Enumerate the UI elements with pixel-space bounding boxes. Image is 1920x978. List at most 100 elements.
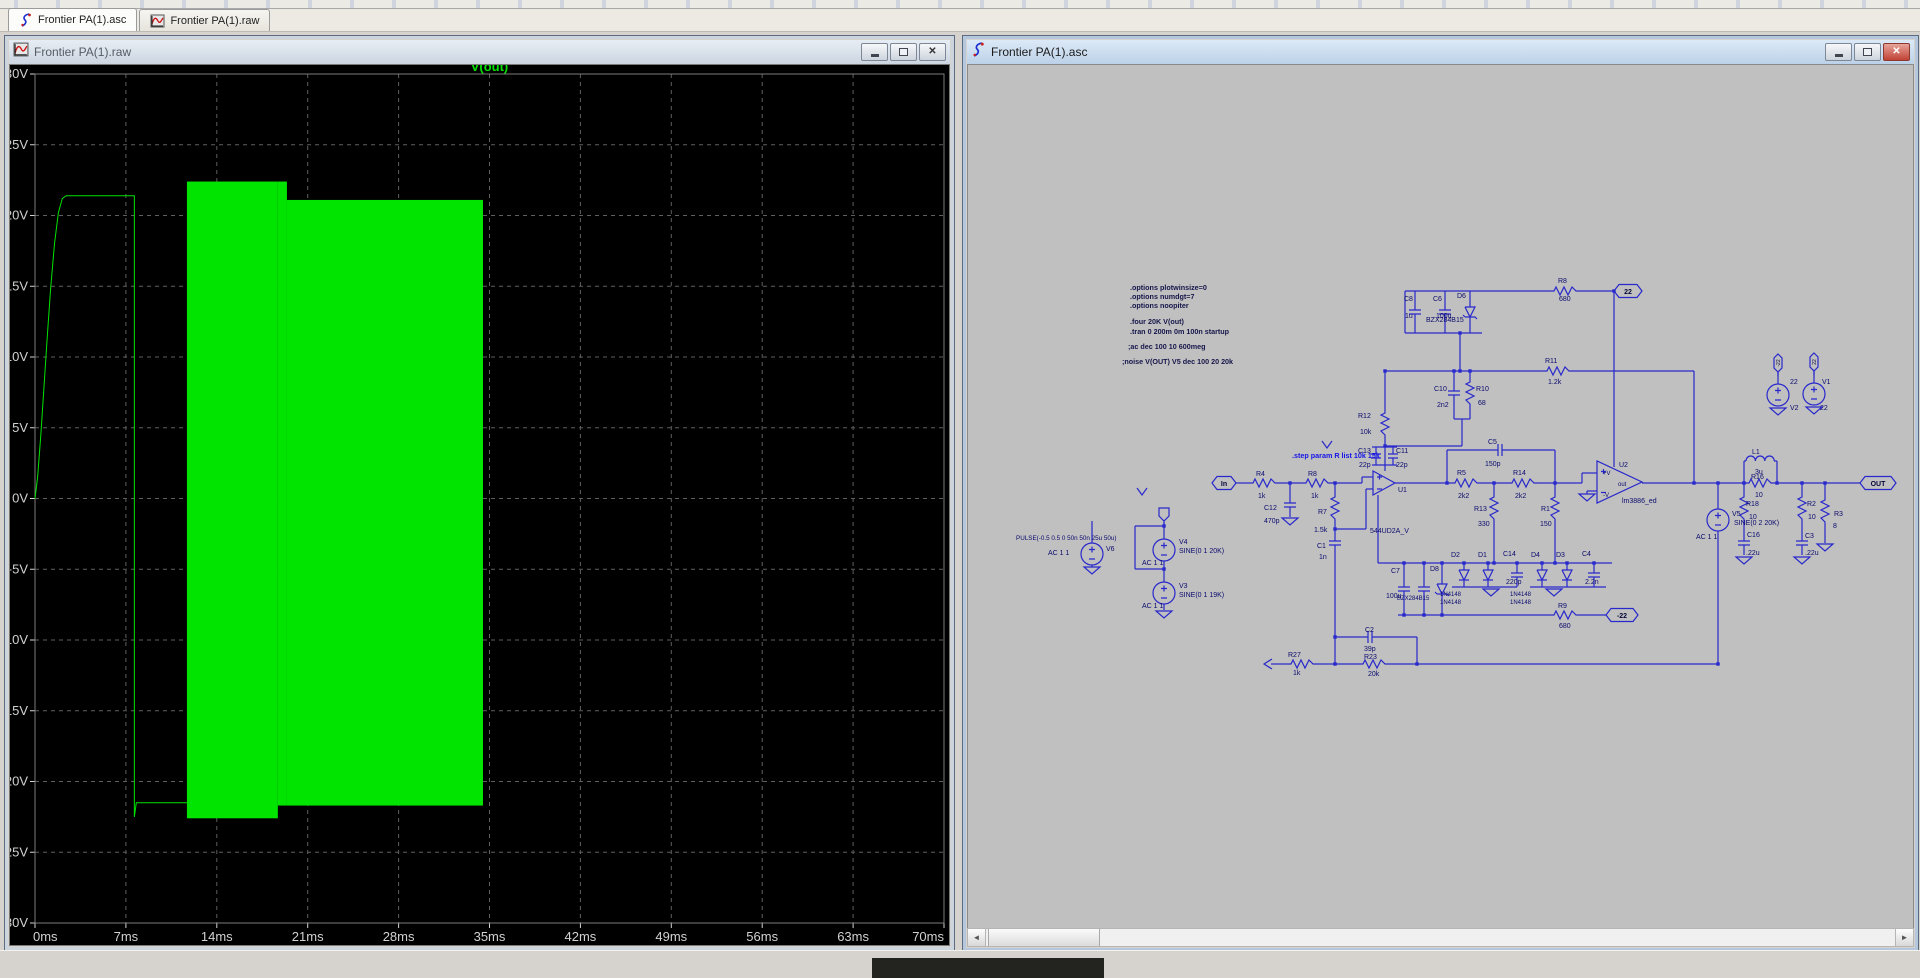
waveform-window-titlebar[interactable]: Frontier PA(1).raw ✕	[9, 40, 950, 64]
schematic-canvas[interactable]: In 22 -22 OUT -22 22 PULSE(-0.5 0.5 0 50n 50n …	[968, 65, 1913, 929]
wire-junction	[1553, 561, 1557, 565]
component-port-neg22-label: -22	[1617, 613, 1627, 620]
ltspice-app: { "tab_bar": { "tabs": [ {"label": "Fron…	[0, 0, 1920, 978]
tab-waveform[interactable]: Frontier PA(1).raw	[139, 9, 271, 31]
tab-label: Frontier PA(1).raw	[170, 14, 260, 27]
schematic-label: 2k2	[1458, 493, 1469, 500]
schematic-label: R13	[1474, 506, 1487, 513]
spice-directive[interactable]: .tran 0 200m 0m 100n startup	[1130, 327, 1230, 336]
schematic-label: 220p	[1506, 579, 1522, 586]
schematic-label: 1k	[1258, 493, 1266, 500]
schematic-label: BZX284B15	[1397, 596, 1430, 602]
trace-block	[277, 181, 287, 806]
y-tick-label: 0V	[12, 491, 28, 506]
restore-button[interactable]	[890, 43, 917, 61]
schematic-label: SINE(0 2 20K)	[1734, 520, 1779, 527]
scroll-left-button[interactable]: ◄	[968, 929, 986, 946]
schematic-label: C2	[1365, 627, 1374, 634]
schematic-label: C1	[1317, 543, 1326, 550]
window-title: Frontier PA(1).asc	[991, 45, 1088, 59]
schematic-label: R8	[1308, 471, 1317, 478]
minimize-button[interactable]	[1825, 43, 1852, 61]
schematic-label: R11	[1545, 358, 1557, 365]
schematic-label: C4	[1582, 551, 1591, 558]
trace-block	[186, 181, 278, 819]
schematic-label: 680	[1559, 296, 1571, 303]
spice-directive[interactable]: ;ac dec 100 10 600meg	[1128, 342, 1206, 351]
schematic-label: AC 1 1	[1142, 560, 1164, 567]
close-button[interactable]: ✕	[1883, 43, 1910, 61]
schematic-label: 1u	[1405, 313, 1413, 320]
wire-junction	[1452, 369, 1456, 373]
y-tick-label: 15V	[10, 278, 28, 293]
spice-directive[interactable]: .options noopiter	[1130, 301, 1189, 310]
schematic-label: L1	[1752, 449, 1760, 456]
waveform-window[interactable]: Frontier PA(1).raw ✕ 0ms 7ms 14ms 21ms 28ms 3…	[4, 35, 955, 951]
minimize-button[interactable]	[861, 43, 888, 61]
schematic-label: .22u	[1746, 550, 1760, 557]
schematic-label: 330	[1478, 521, 1490, 528]
schematic-label: SINE(0 1 19K)	[1179, 592, 1224, 599]
schematic-label: V5	[1732, 511, 1741, 518]
x-tick-label: 56ms	[746, 929, 778, 944]
background-window-fragment	[872, 958, 1104, 978]
schematic-window[interactable]: Frontier PA(1).asc ✕ In 22 -22 OUT -22 22 PULS…	[962, 35, 1919, 952]
wire-junction	[1288, 481, 1292, 485]
plot-title[interactable]: V(out)	[471, 65, 509, 74]
spice-step-directive[interactable]: .step param R list 10k 15k	[1292, 451, 1380, 460]
scroll-right-button[interactable]: ►	[1895, 929, 1913, 946]
schematic-label: C8	[1404, 296, 1413, 303]
y-tick-label: 30V	[10, 66, 28, 81]
schematic-label: V4	[1179, 539, 1188, 546]
schematic-label: AC 1 1	[1142, 603, 1164, 610]
wire-junction	[1716, 662, 1720, 666]
schematic-label: 10k	[1360, 429, 1372, 436]
wire-junction	[1492, 561, 1496, 565]
close-button[interactable]: ✕	[919, 43, 946, 61]
spice-directive[interactable]: .options plotwinsize=0	[1130, 283, 1207, 292]
schematic-label: R23	[1364, 654, 1377, 661]
tab-schematic[interactable]: Frontier PA(1).asc	[8, 8, 138, 31]
schematic-label: C6	[1433, 296, 1442, 303]
x-tick-label: 70ms	[912, 929, 944, 944]
bottom-strip	[0, 950, 1920, 978]
schematic-label: R14	[1513, 470, 1526, 477]
schematic-label: 470p	[1264, 518, 1280, 525]
schematic-label: 2n2	[1437, 402, 1449, 409]
schematic-label: -V	[1603, 493, 1609, 499]
schematic-label: R7	[1318, 509, 1327, 516]
schematic-label: 1N4148	[1440, 592, 1462, 598]
x-tick-label: 28ms	[383, 929, 415, 944]
spice-directive[interactable]: ;noise V(OUT) V5 dec 100 20 20k	[1122, 357, 1233, 366]
y-tick-label: -15V	[10, 703, 28, 718]
schematic-label: 22p	[1396, 462, 1408, 469]
schematic-label: 150	[1540, 521, 1552, 528]
spice-directive[interactable]: .four 20K V(out)	[1130, 317, 1185, 326]
schematic-window-titlebar[interactable]: Frontier PA(1).asc ✕	[967, 40, 1914, 64]
schematic-label: AC 1 1	[1696, 534, 1718, 541]
schematic-label: 10	[1755, 492, 1763, 499]
scrollbar-thumb[interactable]	[988, 929, 1100, 946]
horizontal-scrollbar[interactable]: ◄ ►	[967, 928, 1914, 947]
plot-area[interactable]: 0ms 7ms 14ms 21ms 28ms 35ms 42ms 49ms 56ms 63ms 70…	[9, 64, 950, 946]
schematic-label: 680	[1559, 623, 1571, 630]
component-port-out-label: OUT	[1871, 481, 1887, 488]
ltspice-schematic-icon	[19, 13, 33, 27]
restore-button[interactable]	[1854, 43, 1881, 61]
schematic-label: V3	[1179, 583, 1188, 590]
wire-junction	[1823, 481, 1827, 485]
schematic-label: 68	[1478, 400, 1486, 407]
spice-directive[interactable]: .options numdgt=7	[1130, 292, 1194, 301]
waveform-plot[interactable]: 0ms 7ms 14ms 21ms 28ms 35ms 42ms 49ms 56ms 63ms 70…	[10, 65, 949, 945]
schematic-label: C11	[1396, 448, 1408, 455]
wire-junction	[1458, 369, 1462, 373]
wire-junction	[1333, 662, 1337, 666]
schematic-label: R3	[1834, 511, 1843, 518]
schematic-label: 1N4148	[1510, 600, 1532, 606]
x-tick-label: 7ms	[114, 929, 139, 944]
x-tick-label: 35ms	[474, 929, 506, 944]
schematic-label: 22p	[1359, 462, 1371, 469]
waveform-icon	[150, 14, 165, 28]
schematic-label: SINE(0 1 20K)	[1179, 548, 1224, 555]
x-tick-label: 0ms	[33, 929, 58, 944]
